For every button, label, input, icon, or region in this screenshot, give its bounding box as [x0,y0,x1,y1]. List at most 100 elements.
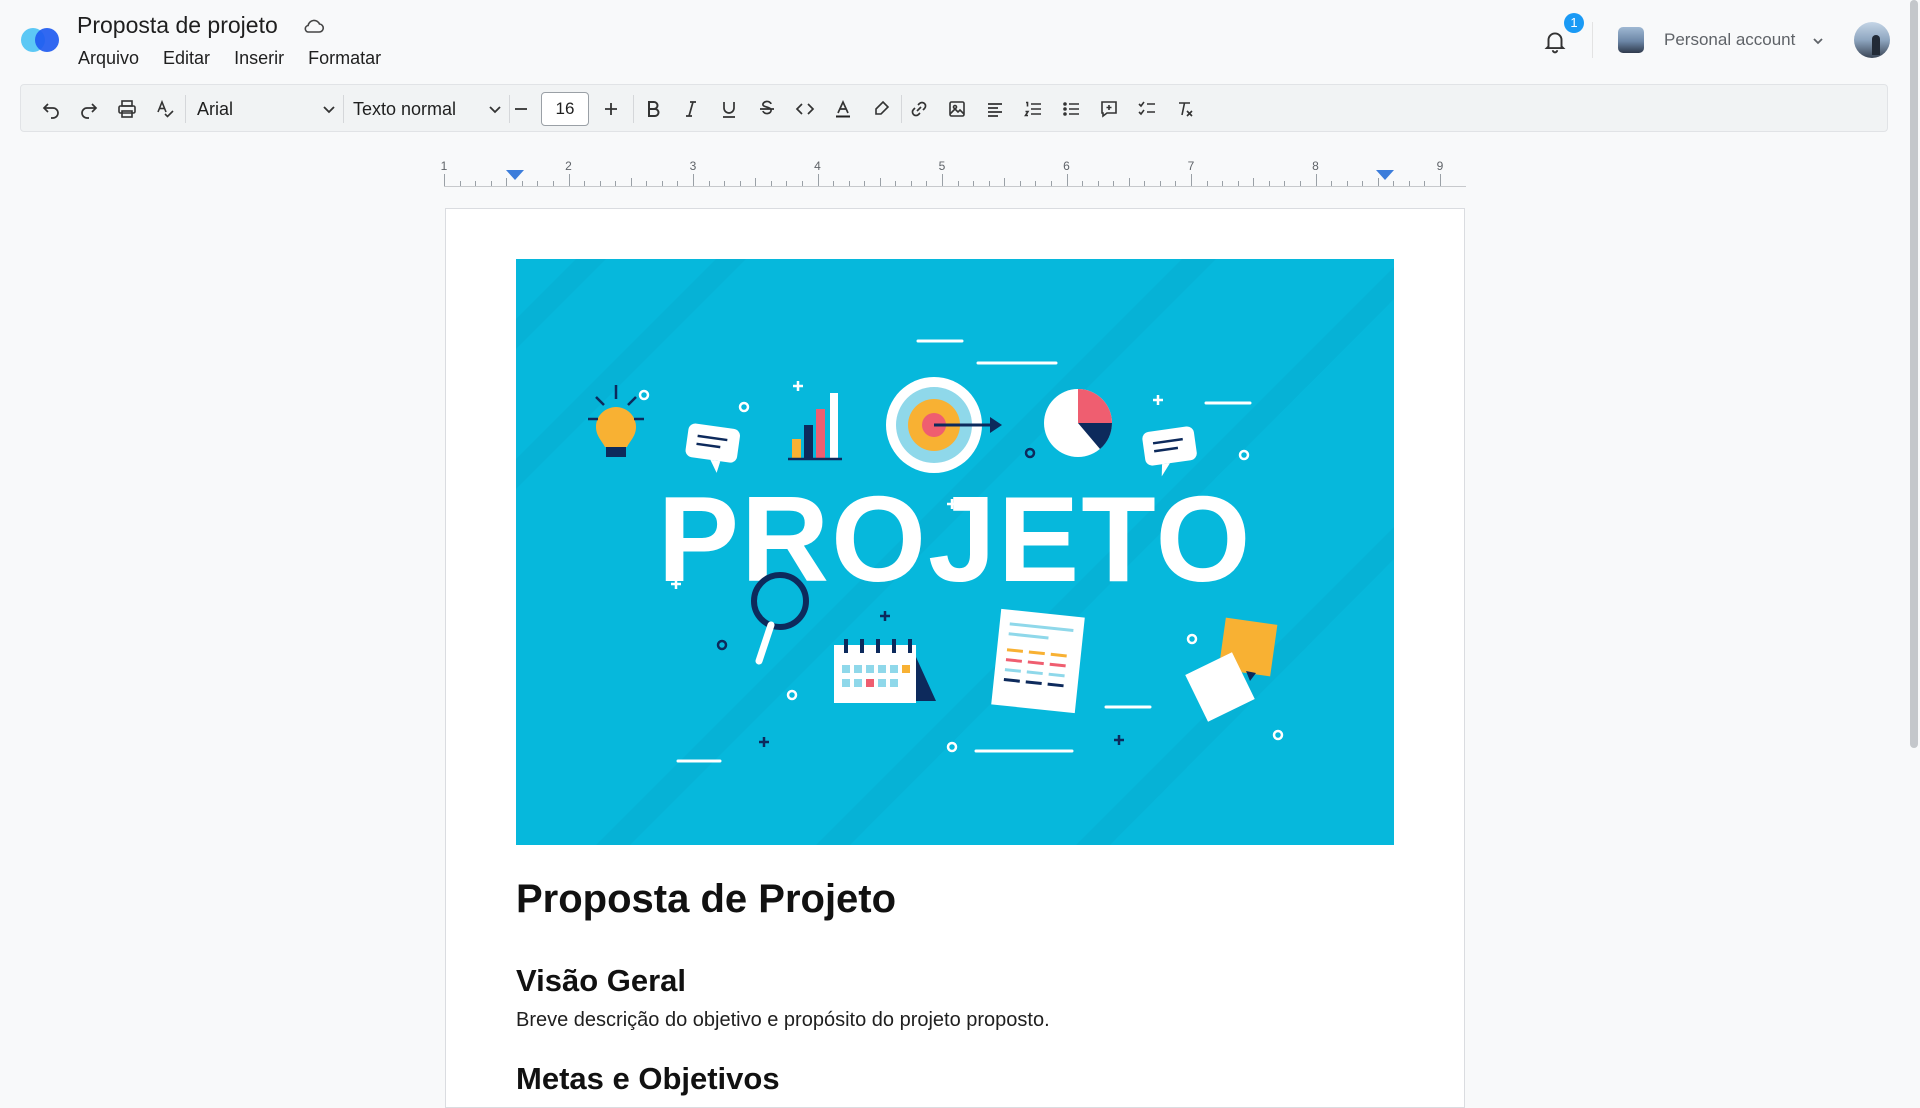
toolbar-separator [901,95,902,123]
ruler-tick [973,181,975,186]
ruler-tick [646,181,648,186]
ruler-tick [770,181,772,186]
italic-button[interactable] [675,93,707,125]
ruler-tick [475,181,477,186]
ruler-tick [459,181,461,186]
font-family-value: Arial [197,98,234,119]
ruler-tick [895,181,897,186]
numbered-list-icon [1024,101,1041,117]
menu-inserir[interactable]: Inserir [234,48,284,69]
ruler-tick [1050,181,1052,186]
chevron-down-icon [489,106,501,114]
user-avatar[interactable] [1854,22,1890,58]
ruler-tick [1222,181,1224,186]
insert-link-button[interactable] [903,93,935,125]
bullet-list-button[interactable] [1055,93,1087,125]
app-header: Proposta de projeto Arquivo Editar Inser… [0,0,1920,82]
ruler-tick [599,181,601,186]
redo-icon [81,103,98,119]
code-icon [795,103,815,115]
ruler-tick [552,181,554,186]
increase-font-size-button[interactable] [595,93,627,125]
ruler[interactable]: 1 2 3 4 5 6 7 8 9 [440,154,1466,188]
ruler-tick [926,181,928,186]
redo-button[interactable] [73,93,105,125]
ruler-number: 9 [1436,159,1444,173]
document-heading-1[interactable]: Proposta de Projeto [516,877,896,922]
numbered-list-button[interactable] [1017,93,1049,125]
highlight-button[interactable] [865,93,897,125]
ruler-tick [1268,181,1270,186]
ruler-number: 1 [440,159,448,173]
underline-icon [723,102,735,118]
ruler-tick [1128,178,1130,186]
toolbar-separator [633,95,634,123]
document-heading-2[interactable]: Visão Geral [516,963,686,999]
bold-button[interactable] [637,93,669,125]
strikethrough-icon [760,100,774,115]
ruler-tick [693,174,694,186]
text-color-button[interactable] [827,93,859,125]
ruler-tick [957,181,959,186]
ruler-tick [786,181,788,186]
decrease-font-size-button[interactable] [505,93,537,125]
account-switcher[interactable]: Personal account [1664,30,1795,50]
chevron-down-icon [323,106,335,114]
font-size-input[interactable]: 16 [541,92,589,126]
ruler-number: 7 [1187,159,1195,173]
ruler-tick [615,181,617,186]
clear-formatting-button[interactable] [1169,93,1201,125]
print-button[interactable] [111,93,143,125]
ruler-tick [801,181,803,186]
ruler-tick [942,174,943,186]
insert-image-button[interactable] [941,93,973,125]
ruler-tick [1331,181,1333,186]
bell-icon[interactable] [1542,28,1568,54]
font-family-select[interactable]: Arial [189,93,337,125]
align-left-button[interactable] [979,93,1011,125]
ruler-tick [708,181,710,186]
chevron-down-icon[interactable] [1810,33,1826,49]
ruler-tick [1004,178,1006,186]
underline-button[interactable] [713,93,745,125]
ruler-number: 2 [565,159,572,173]
ruler-tick [724,181,726,186]
account-avatar[interactable] [1618,27,1644,53]
bold-icon [648,101,660,117]
undo-button[interactable] [35,93,67,125]
document-title[interactable]: Proposta de projeto [77,12,278,39]
menu-arquivo[interactable]: Arquivo [78,48,139,69]
image-icon [949,101,965,117]
document-heading-3[interactable]: Metas e Objetivos [516,1061,780,1097]
ruler-tick [910,181,912,186]
ruler-tick [1159,181,1161,186]
ruler-tick [444,174,445,186]
cloud-icon[interactable] [302,16,326,36]
code-button[interactable] [789,93,821,125]
ruler-tick [1191,174,1192,186]
spellcheck-button[interactable] [149,93,181,125]
ruler-tick [584,181,586,186]
left-indent-marker[interactable] [506,170,524,180]
document-page[interactable]: PROJETO Proposta de Projeto Visão Geral [445,208,1465,1108]
strikethrough-button[interactable] [751,93,783,125]
document-paragraph[interactable]: Breve descrição do objetivo e propósito … [516,1009,1050,1032]
menu-editar[interactable]: Editar [163,48,210,69]
ruler-tick [1299,181,1301,186]
plus-icon [605,103,617,115]
ruler-number: 3 [689,159,697,173]
menu-formatar[interactable]: Formatar [308,48,381,69]
vertical-scrollbar[interactable] [1910,0,1918,748]
ruler-tick [661,181,663,186]
paragraph-style-select[interactable]: Texto normal [347,93,503,125]
checklist-button[interactable] [1131,93,1163,125]
checklist-icon [1138,101,1155,116]
ruler-tick [755,178,757,186]
ruler-tick [1082,181,1084,186]
logo-icon[interactable] [20,27,60,53]
italic-icon [686,101,696,117]
add-comment-button[interactable] [1093,93,1125,125]
toolbar-separator [185,95,186,123]
ruler-tick [1440,174,1441,186]
ruler-tick [1175,181,1177,186]
